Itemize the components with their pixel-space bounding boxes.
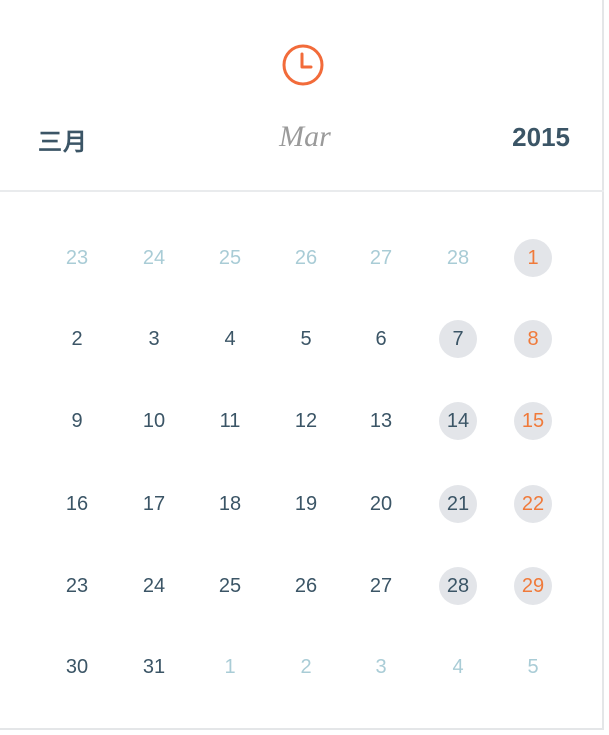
calendar-day[interactable]: 22: [514, 485, 552, 523]
calendar-day[interactable]: 25: [211, 239, 249, 277]
calendar-day[interactable]: 1: [211, 648, 249, 686]
year-label[interactable]: 2015: [512, 122, 570, 153]
calendar-day[interactable]: 31: [135, 648, 173, 686]
calendar-day[interactable]: 13: [362, 402, 400, 440]
calendar-day[interactable]: 30: [58, 648, 96, 686]
calendar-day[interactable]: 16: [58, 485, 96, 523]
calendar-day[interactable]: 3: [362, 648, 400, 686]
calendar-day[interactable]: 7: [439, 320, 477, 358]
calendar-day[interactable]: 24: [135, 239, 173, 277]
calendar-day[interactable]: 18: [211, 485, 249, 523]
month-label-english: Mar: [279, 120, 331, 153]
calendar-day[interactable]: 20: [362, 485, 400, 523]
calendar-day[interactable]: 9: [58, 402, 96, 440]
clock-icon[interactable]: [281, 43, 325, 87]
calendar-day[interactable]: 17: [135, 485, 173, 523]
calendar-day[interactable]: 10: [135, 402, 173, 440]
calendar-day[interactable]: 15: [514, 402, 552, 440]
calendar-day[interactable]: 23: [58, 567, 96, 605]
calendar-day[interactable]: 12: [287, 402, 325, 440]
calendar-day[interactable]: 5: [514, 648, 552, 686]
calendar-day[interactable]: 27: [362, 239, 400, 277]
calendar-day[interactable]: 26: [287, 567, 325, 605]
month-label-chinese[interactable]: 三月: [38, 122, 88, 157]
calendar-day[interactable]: 26: [287, 239, 325, 277]
calendar-card: 三月 Mar 2015 23 24 25 26 27 28 1 2 3 4 5 6 7 8 9 10 11 12 1…: [0, 0, 604, 730]
calendar-day[interactable]: 21: [439, 485, 477, 523]
calendar-day[interactable]: 11: [211, 402, 249, 440]
calendar-day[interactable]: 14: [439, 402, 477, 440]
calendar-day[interactable]: 24: [135, 567, 173, 605]
calendar-header: 三月 Mar 2015: [0, 0, 604, 192]
calendar-day[interactable]: 27: [362, 567, 400, 605]
calendar-day[interactable]: 5: [287, 320, 325, 358]
calendar-day[interactable]: 28: [439, 239, 477, 277]
calendar-day[interactable]: 2: [58, 320, 96, 358]
calendar-day[interactable]: 19: [287, 485, 325, 523]
calendar-day[interactable]: 23: [58, 239, 96, 277]
calendar-day[interactable]: 29: [514, 567, 552, 605]
calendar-day[interactable]: 4: [439, 648, 477, 686]
calendar-day[interactable]: 3: [135, 320, 173, 358]
calendar-day[interactable]: 1: [514, 239, 552, 277]
calendar-day[interactable]: 25: [211, 567, 249, 605]
calendar-day[interactable]: 8: [514, 320, 552, 358]
calendar-day[interactable]: 2: [287, 648, 325, 686]
calendar-day[interactable]: 4: [211, 320, 249, 358]
calendar-day[interactable]: 6: [362, 320, 400, 358]
calendar-day[interactable]: 28: [439, 567, 477, 605]
